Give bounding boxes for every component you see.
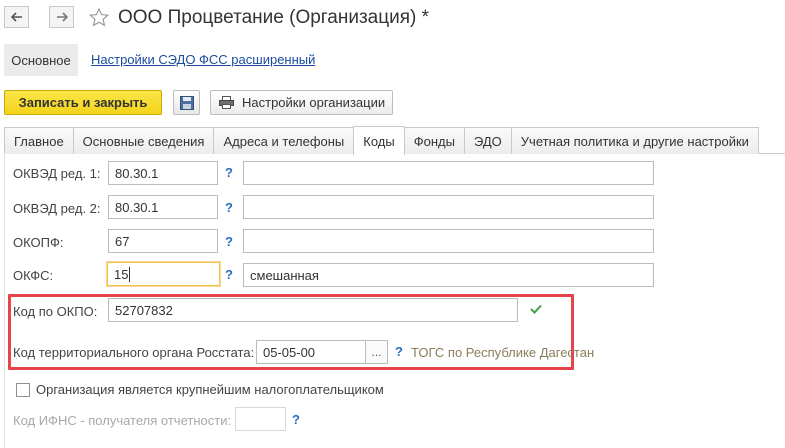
page-title: ООО Процветание (Организация) * — [118, 7, 430, 28]
tab-addresses[interactable]: Адреса и телефоны — [213, 127, 355, 154]
back-button[interactable] — [4, 6, 29, 28]
okfs-description-field[interactable]: смешанная — [243, 263, 654, 287]
org-settings-button[interactable]: Настройки организации — [210, 90, 393, 115]
okopf-input[interactable]: 67 — [108, 229, 218, 253]
okfs-input[interactable]: 15 — [107, 262, 220, 286]
okved2-help-button[interactable]: ? — [225, 200, 233, 215]
largest-taxpayer-label[interactable]: Организация является крупнейшим налогопл… — [36, 382, 384, 397]
okved2-input[interactable]: 80.30.1 — [108, 195, 218, 219]
rosstat-hint: ТОГС по Республике Дагестан — [411, 345, 595, 360]
tab-edo[interactable]: ЭДО — [463, 127, 512, 154]
tab-basic-info[interactable]: Основные сведения — [72, 127, 215, 154]
tab-page-border — [4, 153, 5, 448]
arrow-left-icon — [10, 12, 22, 22]
largest-taxpayer-checkbox[interactable] — [16, 383, 30, 397]
save-button[interactable] — [173, 90, 200, 115]
okved2-label: ОКВЭД ред. 2: — [13, 201, 101, 216]
okfs-help-button[interactable]: ? — [225, 267, 233, 282]
tab-accounting-policy[interactable]: Учетная политика и другие настройки — [510, 127, 759, 154]
okved2-description-field[interactable] — [243, 195, 654, 219]
ifns-label: Код ИФНС - получателя отчетности: — [13, 413, 232, 428]
okpo-label: Код по ОКПО: — [13, 304, 98, 319]
star-icon — [89, 7, 109, 26]
rosstat-select-button[interactable]: ... — [366, 340, 388, 364]
ifns-help-button[interactable]: ? — [292, 412, 300, 427]
tab-bar: Главное Основные сведения Адреса и телеф… — [4, 126, 759, 155]
floppy-disk-icon — [179, 95, 194, 110]
ifns-input[interactable] — [235, 407, 286, 431]
okopf-label: ОКОПФ: — [13, 235, 64, 250]
tab-codes[interactable]: Коды — [353, 126, 405, 155]
printer-icon — [219, 96, 234, 109]
save-and-close-button[interactable]: Записать и закрыть — [4, 90, 162, 115]
okved1-description-field[interactable] — [243, 161, 654, 185]
favorite-button[interactable] — [88, 6, 110, 28]
okfs-label: ОКФС: — [13, 268, 54, 283]
okopf-description-field[interactable] — [243, 229, 654, 253]
okved1-input[interactable]: 80.30.1 — [108, 161, 218, 185]
okpo-input[interactable]: 52707832 — [108, 298, 518, 322]
checkmark-icon — [530, 302, 542, 317]
okved1-help-button[interactable]: ? — [225, 165, 233, 180]
rosstat-input[interactable]: 05-05-00 — [256, 340, 366, 364]
section-main[interactable]: Основное — [4, 44, 78, 76]
okved1-label: ОКВЭД ред. 1: — [13, 166, 101, 181]
org-settings-label: Настройки организации — [242, 95, 386, 110]
rosstat-label: Код территориального органа Росстата: — [13, 345, 255, 360]
tab-funds[interactable]: Фонды — [403, 127, 465, 154]
okopf-help-button[interactable]: ? — [225, 234, 233, 249]
okfs-value: 15 — [114, 266, 129, 282]
forward-button[interactable] — [49, 6, 74, 28]
tab-main[interactable]: Главное — [4, 127, 74, 154]
sedo-settings-link[interactable]: Настройки СЭДО ФСС расширенный — [91, 52, 315, 67]
text-caret — [129, 266, 131, 282]
rosstat-help-button[interactable]: ? — [395, 344, 403, 359]
arrow-right-icon — [56, 12, 68, 22]
